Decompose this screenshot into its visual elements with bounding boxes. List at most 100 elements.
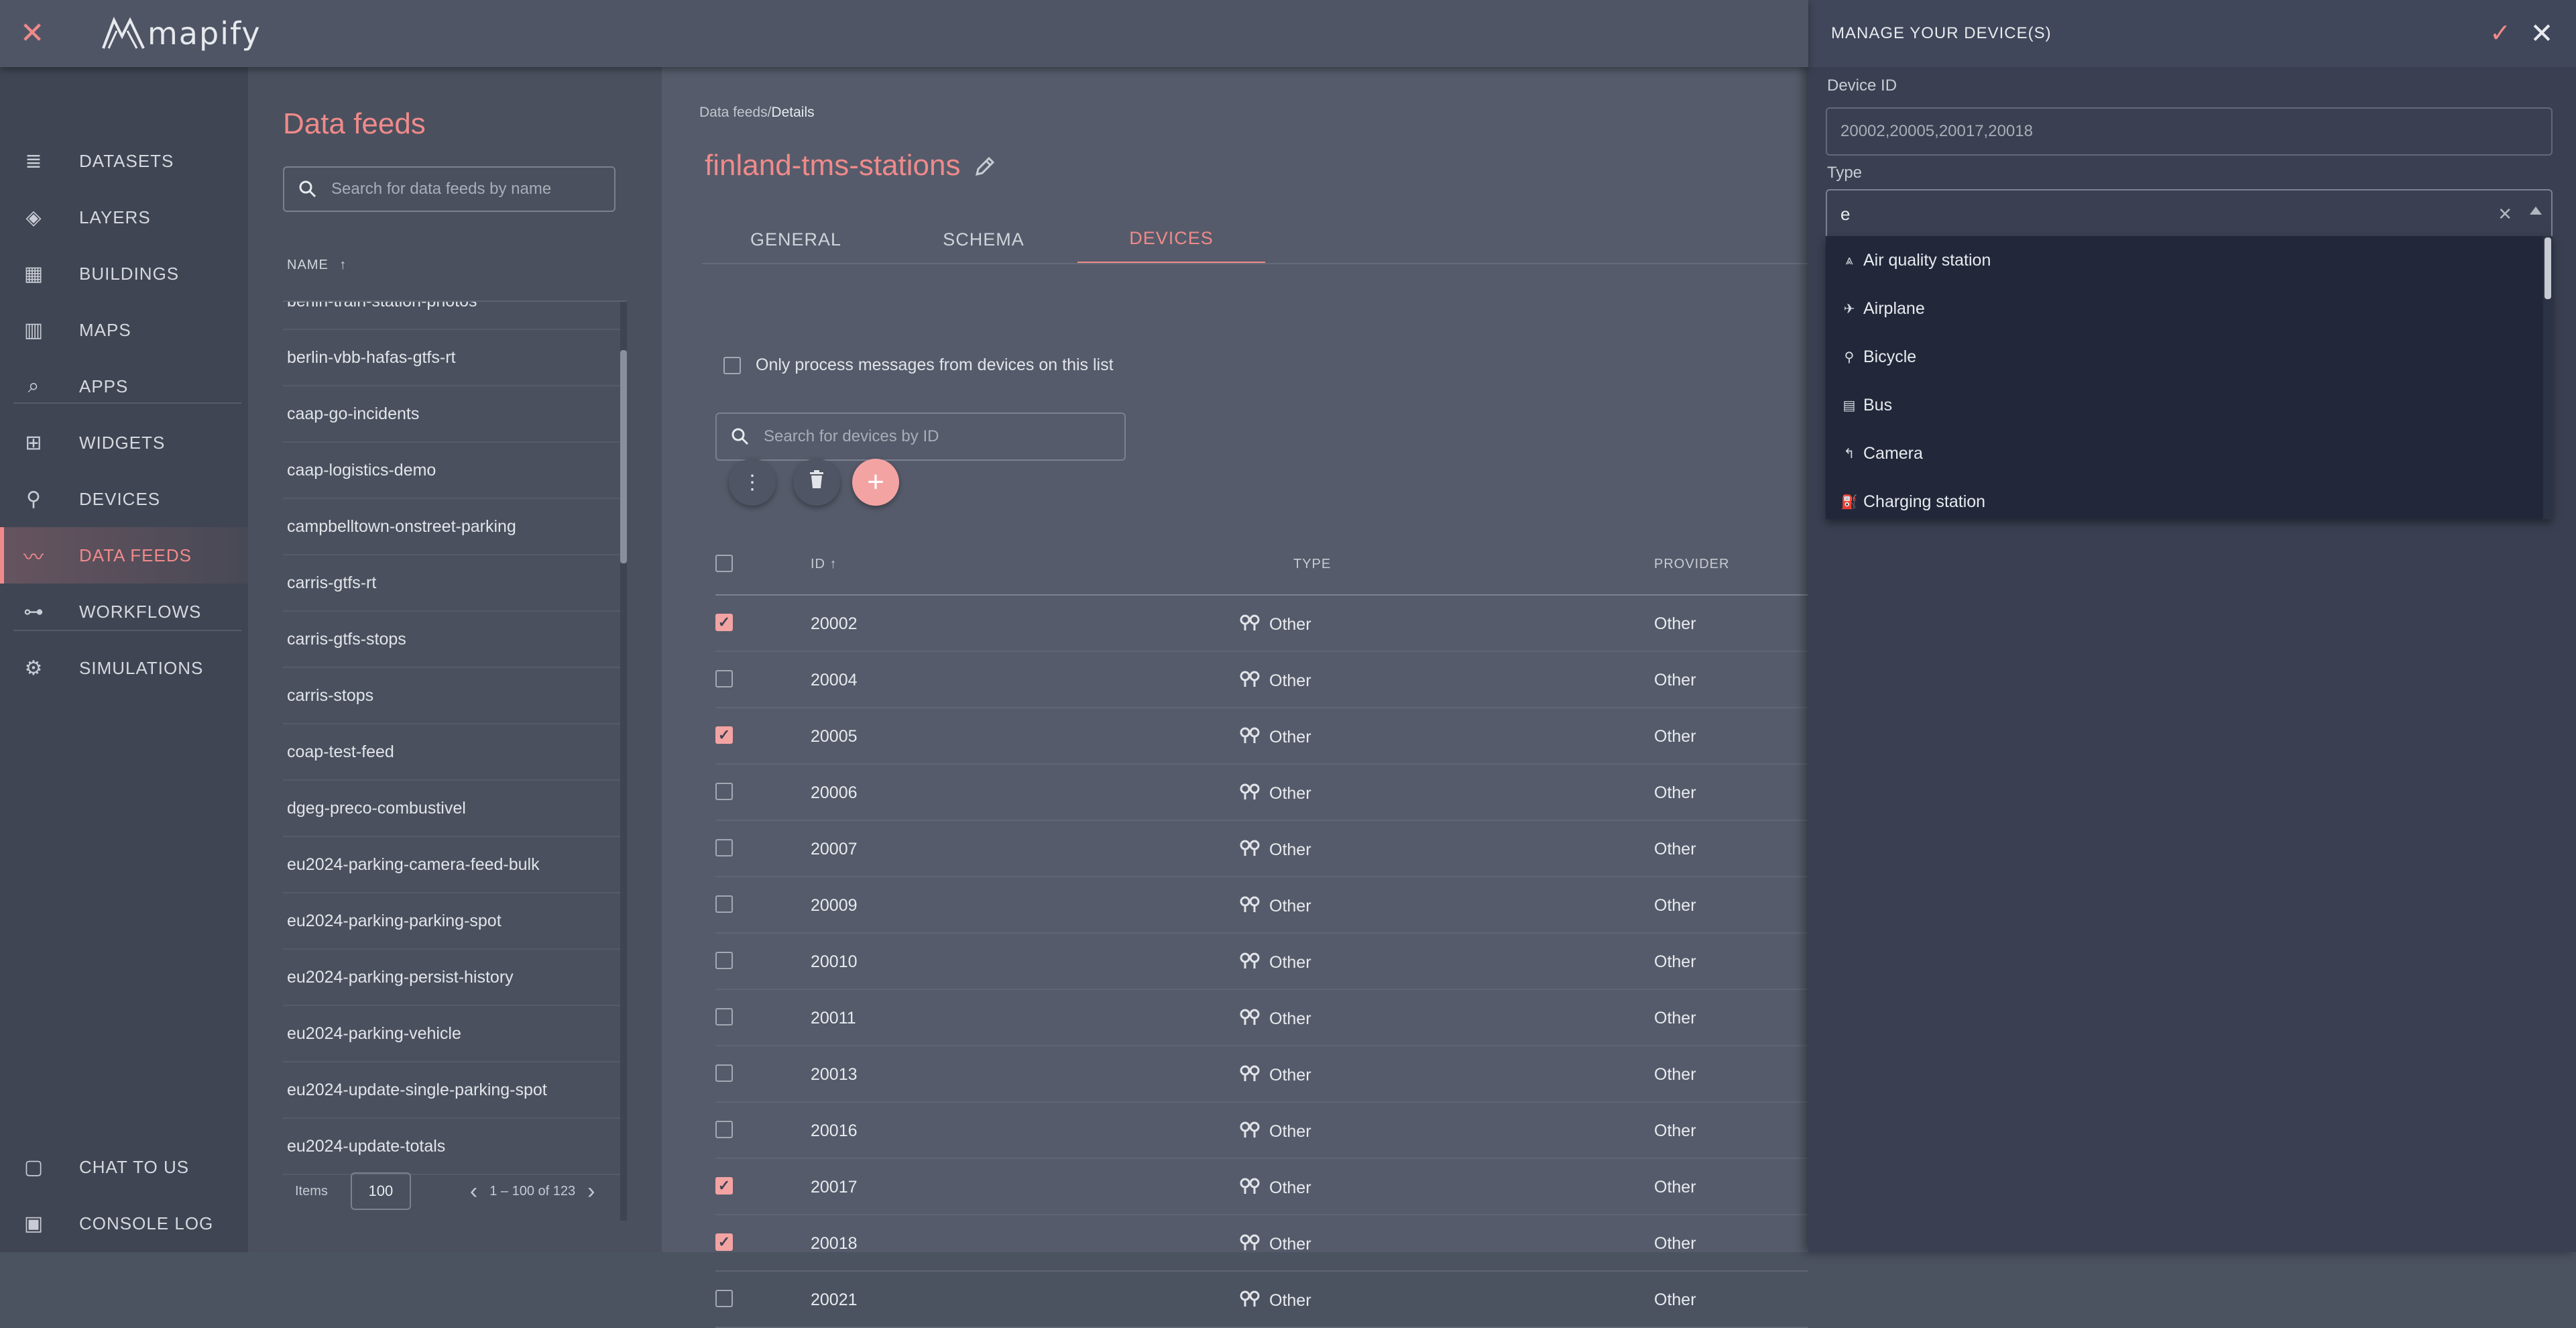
table-row[interactable]: ✓ 20002 Other Other bbox=[715, 596, 1808, 652]
nav-item-datasets[interactable]: ≣ DATASETS bbox=[0, 133, 248, 189]
data-feeds-panel: Data feeds Search for data feeds by name… bbox=[248, 67, 662, 1252]
feed-list-item[interactable]: eu2024-parking-vehicle bbox=[283, 1006, 626, 1062]
dropdown-scrollbar-thumb[interactable] bbox=[2544, 237, 2551, 299]
feeds-scrollbar-thumb[interactable] bbox=[620, 350, 627, 563]
feed-list-item[interactable]: campbelltown-onstreet-parking bbox=[283, 499, 626, 555]
row-checkbox[interactable] bbox=[715, 1064, 733, 1082]
check-icon: ✓ bbox=[717, 1233, 731, 1250]
edit-pencil-icon[interactable] bbox=[972, 153, 998, 180]
device-id: 20007 bbox=[811, 840, 858, 859]
table-row[interactable]: 20004 Other Other bbox=[715, 652, 1808, 708]
table-row[interactable]: 20007 Other Other bbox=[715, 821, 1808, 877]
row-checkbox[interactable] bbox=[715, 952, 733, 969]
nav-item-data-feeds[interactable]: 〰 DATA FEEDS bbox=[0, 527, 248, 584]
row-checkbox[interactable]: ✓ bbox=[715, 614, 733, 631]
delete-button[interactable] bbox=[793, 459, 840, 506]
nav-item-label: CONSOLE LOG bbox=[79, 1213, 214, 1233]
device-type: Other bbox=[1238, 1233, 1311, 1256]
nav-item-simulations[interactable]: ⚙ SIMULATIONS bbox=[0, 640, 248, 696]
tab-schema[interactable]: SCHEMA bbox=[890, 215, 1077, 264]
device-type-label: Other bbox=[1269, 840, 1311, 859]
row-checkbox[interactable]: ✓ bbox=[715, 1177, 733, 1195]
device-search-input[interactable]: Search for devices by ID bbox=[715, 412, 1126, 461]
chevron-left-icon[interactable]: ‹ bbox=[470, 1178, 477, 1205]
nav-item-devices[interactable]: ⚲ DEVICES bbox=[0, 471, 248, 527]
table-row[interactable]: ✓ 20005 Other Other bbox=[715, 708, 1808, 765]
more-options-button[interactable]: ⋮ bbox=[729, 459, 776, 506]
feed-list-item[interactable]: carris-stops bbox=[283, 668, 626, 724]
type-option[interactable]: ⚲ Bicycle bbox=[1826, 333, 2543, 381]
logo: mapify bbox=[101, 15, 261, 52]
nav-item-apps[interactable]: ⌕ APPS bbox=[0, 358, 248, 414]
row-checkbox[interactable] bbox=[715, 895, 733, 913]
name-column-header[interactable]: NAME ↑ bbox=[287, 258, 347, 273]
items-per-page-input[interactable]: 100 bbox=[350, 1172, 411, 1210]
type-autocomplete-input[interactable]: e ✕ bbox=[1826, 189, 2553, 239]
feed-list-item[interactable]: eu2024-parking-camera-feed-bulk bbox=[283, 837, 626, 893]
only-process-option[interactable]: Only process messages from devices on th… bbox=[723, 355, 1114, 375]
chevron-up-icon[interactable] bbox=[2530, 207, 2542, 215]
feed-list-item[interactable]: berlin-train-station-photos bbox=[283, 302, 626, 330]
device-type-label: Other bbox=[1269, 1178, 1311, 1197]
breadcrumb-parent[interactable]: Data feeds bbox=[699, 105, 768, 120]
device-type-label: Other bbox=[1269, 1235, 1311, 1254]
table-row[interactable]: 20009 Other Other bbox=[715, 877, 1808, 934]
row-checkbox[interactable] bbox=[715, 783, 733, 800]
type-option[interactable]: ⛽ Charging station bbox=[1826, 478, 2543, 519]
feed-list-item[interactable]: dgeg-preco-combustivel bbox=[283, 781, 626, 837]
nav-item-buildings[interactable]: ▦ BUILDINGS bbox=[0, 245, 248, 302]
tab-devices[interactable]: DEVICES bbox=[1077, 215, 1265, 264]
type-option[interactable]: ⩓ Air quality station bbox=[1826, 236, 2543, 284]
nav-item-maps[interactable]: ▥ MAPS bbox=[0, 302, 248, 358]
row-checkbox[interactable] bbox=[715, 1008, 733, 1026]
close-drawer-icon[interactable]: ✕ bbox=[2526, 17, 2558, 50]
tab-general[interactable]: GENERAL bbox=[702, 215, 890, 264]
feed-list-item[interactable]: eu2024-update-single-parking-spot bbox=[283, 1062, 626, 1119]
rss-icon: 〰 bbox=[23, 547, 44, 569]
confirm-check-icon[interactable]: ✓ bbox=[2484, 17, 2516, 50]
clear-icon[interactable]: ✕ bbox=[2498, 204, 2512, 225]
feed-list-item[interactable]: caap-go-incidents bbox=[283, 386, 626, 443]
nav-item-console-log[interactable]: ▣ CONSOLE LOG bbox=[0, 1195, 248, 1252]
feed-list-item[interactable]: carris-gtfs-stops bbox=[283, 612, 626, 668]
id-column-header[interactable]: ID ↑ bbox=[811, 557, 837, 572]
type-column-header[interactable]: TYPE bbox=[1293, 557, 1331, 572]
nav-item-chat-to-us[interactable]: ▢ CHAT TO US bbox=[0, 1139, 248, 1195]
device-id-field[interactable]: 20002,20005,20017,20018 bbox=[1826, 107, 2553, 156]
nav-item-widgets[interactable]: ⊞ WIDGETS bbox=[0, 414, 248, 471]
feed-list-item[interactable]: berlin-vbb-hafas-gtfs-rt bbox=[283, 330, 626, 386]
feed-list-item[interactable]: coap-test-feed bbox=[283, 724, 626, 781]
row-checkbox[interactable] bbox=[715, 1290, 733, 1307]
row-checkbox[interactable]: ✓ bbox=[715, 1233, 733, 1251]
table-row[interactable]: 20013 Other Other bbox=[715, 1046, 1808, 1103]
select-all-checkbox[interactable] bbox=[715, 555, 733, 572]
table-row[interactable]: 20016 Other Other bbox=[715, 1103, 1808, 1159]
table-row[interactable]: ✓ 20018 Other Other bbox=[715, 1215, 1808, 1272]
type-option[interactable]: ↰ Camera bbox=[1826, 429, 2543, 478]
feed-list-item[interactable]: carris-gtfs-rt bbox=[283, 555, 626, 612]
close-icon[interactable]: ✕ bbox=[17, 19, 47, 48]
table-row[interactable]: 20010 Other Other bbox=[715, 934, 1808, 990]
map-icon: ▥ bbox=[23, 319, 44, 341]
only-process-checkbox[interactable] bbox=[723, 356, 741, 374]
nav-item-layers[interactable]: ◈ LAYERS bbox=[0, 189, 248, 245]
chevron-right-icon[interactable]: › bbox=[587, 1178, 595, 1205]
table-row[interactable]: 20006 Other Other bbox=[715, 765, 1808, 821]
feed-list-item[interactable]: eu2024-update-totals bbox=[283, 1119, 626, 1175]
row-checkbox[interactable] bbox=[715, 839, 733, 856]
table-row[interactable]: 20011 Other Other bbox=[715, 990, 1808, 1046]
row-checkbox[interactable]: ✓ bbox=[715, 726, 733, 744]
feed-list-item[interactable]: eu2024-parking-parking-spot bbox=[283, 893, 626, 950]
table-row[interactable]: 20021 Other Other bbox=[715, 1272, 1808, 1328]
add-device-button[interactable]: + bbox=[852, 459, 899, 506]
provider-column-header[interactable]: PROVIDER bbox=[1654, 557, 1729, 572]
feeds-search-input[interactable]: Search for data feeds by name bbox=[283, 166, 616, 212]
row-checkbox[interactable] bbox=[715, 1121, 733, 1138]
feed-list-item[interactable]: caap-logistics-demo bbox=[283, 443, 626, 499]
row-checkbox[interactable] bbox=[715, 670, 733, 687]
type-option[interactable]: ✈ Airplane bbox=[1826, 284, 2543, 333]
nav-item-workflows[interactable]: ⊶ WORKFLOWS bbox=[0, 584, 248, 640]
type-option[interactable]: ▤ Bus bbox=[1826, 381, 2543, 429]
feed-list-item[interactable]: eu2024-parking-persist-history bbox=[283, 950, 626, 1006]
table-row[interactable]: ✓ 20017 Other Other bbox=[715, 1159, 1808, 1215]
